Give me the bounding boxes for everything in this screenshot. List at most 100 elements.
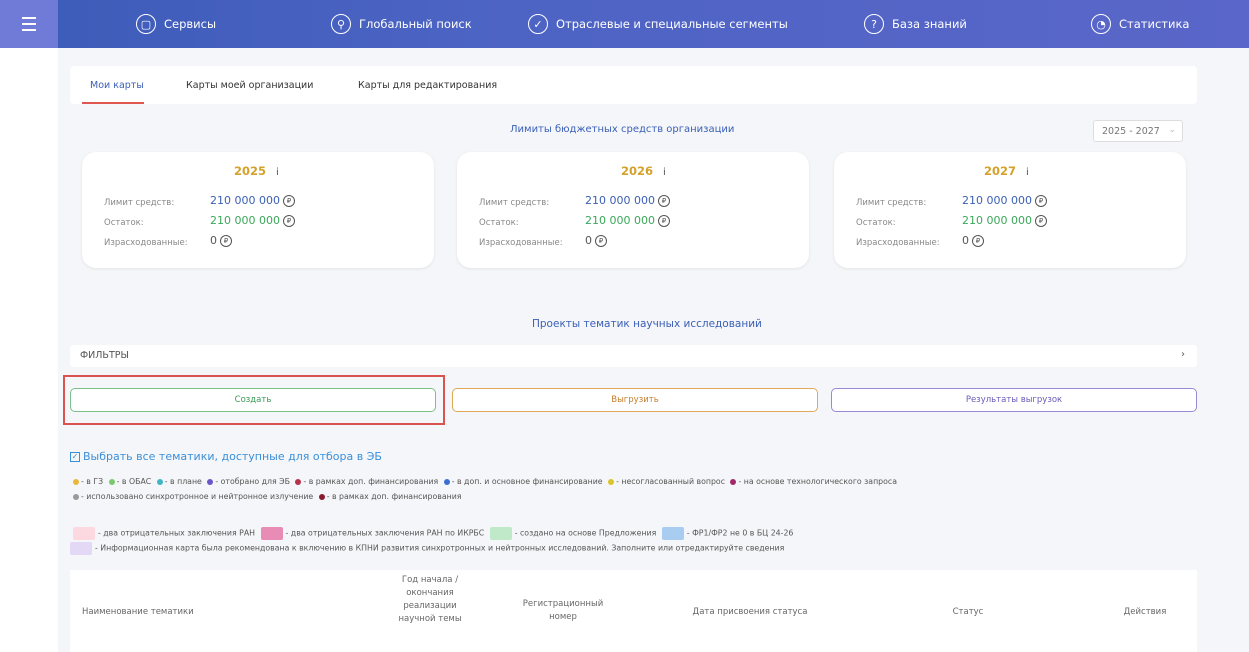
ruble-icon: ₽ xyxy=(657,195,670,207)
checkbox-icon: ✓ xyxy=(70,452,80,462)
limits-title: Лимиты бюджетных средств организации xyxy=(510,124,735,135)
card-year-value: 2025 xyxy=(234,164,267,178)
chevron-down-icon: ⌄ xyxy=(1168,125,1176,135)
limit-card-2025: 2025 i Лимит средств: 210 000 000 ₽ Остато… xyxy=(82,152,434,268)
tabs-bar: Мои карты Карты моей организации Карты д… xyxy=(70,66,1197,104)
rest-amount: 210 000 000 xyxy=(962,214,1032,227)
col-status[interactable]: Статус xyxy=(928,606,1008,619)
limit-label: Лимит средств: xyxy=(104,198,175,208)
legend-dot xyxy=(730,479,737,485)
filters-panel[interactable]: ФИЛЬТРЫ › xyxy=(70,345,1197,367)
col-years[interactable]: Год начала / окончания реализации научно… xyxy=(390,574,470,626)
legend-text: - использовано синхротронное и нейтронно… xyxy=(81,492,314,501)
limit-card-2027: 2027 i Лимит средств: 210 000 000 ₽ Остато… xyxy=(834,152,1186,268)
legend-text: - два отрицательных заключения РАН по ИК… xyxy=(285,528,485,538)
ruble-icon: ₽ xyxy=(657,215,670,227)
nav-services[interactable]: ▢ Сервисы xyxy=(136,0,216,48)
legend-square xyxy=(70,542,92,555)
limit-card-2026: 2026 i Лимит средств: 210 000 000 ₽ Остато… xyxy=(457,152,809,268)
legend-dot xyxy=(156,479,163,485)
select-all-checkbox[interactable]: ✓ Выбрать все тематики, доступные для отб… xyxy=(70,450,382,463)
check-circle-icon: ✓ xyxy=(528,14,548,34)
card-year-value: 2027 xyxy=(984,164,1017,178)
spent-value: 0 ₽ xyxy=(585,234,607,247)
limit-amount: 210 000 000 xyxy=(585,194,655,207)
legend-dot xyxy=(73,479,79,485)
spent-amount: 0 xyxy=(962,234,969,247)
rest-value: 210 000 000 ₽ xyxy=(210,214,295,227)
rest-label: Остаток: xyxy=(479,218,519,228)
create-button[interactable]: Создать xyxy=(70,388,436,412)
tab-edit-cards[interactable]: Карты для редактирования xyxy=(358,80,497,91)
nav-services-label: Сервисы xyxy=(164,17,217,31)
period-select-value: 2025 - 2027 xyxy=(1102,126,1160,137)
legend-squares-row-1: - два отрицательных заключения РАН - два… xyxy=(70,527,793,540)
col-reg-number[interactable]: Регистрационный номер xyxy=(518,598,608,624)
nav-global-search-label: Глобальный поиск xyxy=(359,17,472,31)
limit-value: 210 000 000 ₽ xyxy=(962,194,1047,207)
legend-text: - в рамках доп. финансирования xyxy=(303,477,439,486)
legend-square xyxy=(661,527,684,540)
rest-amount: 210 000 000 xyxy=(585,214,655,227)
table-header: Наименование тематики Год начала / оконч… xyxy=(70,570,1197,652)
info-icon[interactable]: i xyxy=(663,167,666,178)
legend-dot xyxy=(608,479,615,485)
legend-square xyxy=(260,527,283,540)
legend-text: - в доп. и основное финансирование xyxy=(451,477,603,486)
ruble-icon: ₽ xyxy=(1034,215,1047,227)
chevron-right-icon: › xyxy=(1181,349,1185,360)
active-tab-indicator xyxy=(82,102,144,104)
info-icon[interactable]: i xyxy=(276,167,279,178)
spent-label: Израсходованные: xyxy=(104,238,188,248)
legend-squares-row-2: - Информационная карта была рекомендован… xyxy=(70,542,784,555)
projects-title: Проекты тематик научных исследований xyxy=(532,318,762,330)
legend-dot xyxy=(207,479,214,485)
export-results-button[interactable]: Результаты выгрузок xyxy=(831,388,1197,412)
legend-text: - в рамках доп. финансирования xyxy=(326,492,462,501)
legend-text: - в плане xyxy=(164,477,202,486)
nav-statistics[interactable]: ◔ Статистика xyxy=(1091,0,1189,48)
spent-label: Израсходованные: xyxy=(856,238,940,248)
period-select[interactable]: 2025 - 2027 ⌄ xyxy=(1093,120,1183,142)
limit-amount: 210 000 000 xyxy=(210,194,280,207)
main-content: Мои карты Карты моей организации Карты д… xyxy=(58,48,1249,652)
col-actions[interactable]: Действия xyxy=(1110,606,1180,619)
col-status-date[interactable]: Дата присвоения статуса xyxy=(670,606,830,619)
legend-dots-row-1: - в ГЗ - в ОБАС - в плане - отобрано для… xyxy=(70,477,897,486)
legend-text: - ФР1/ФР2 не 0 в БЦ 24-26 xyxy=(686,528,794,538)
nav-knowledge-base-label: База знаний xyxy=(892,17,967,31)
legend-dot xyxy=(108,479,115,485)
col-topic-name[interactable]: Наименование тематики xyxy=(82,606,194,619)
ruble-icon: ₽ xyxy=(1034,195,1047,207)
nav-segments[interactable]: ✓ Отраслевые и специальные сегменты xyxy=(528,0,788,48)
legend-text: - Информационная карта была рекомендован… xyxy=(95,543,785,553)
card-year-value: 2026 xyxy=(621,164,654,178)
spent-value: 0 ₽ xyxy=(210,234,232,247)
nav-knowledge-base[interactable]: ? База знаний xyxy=(864,0,967,48)
legend-text: - два отрицательных заключения РАН xyxy=(98,528,256,538)
legend-text: - в ОБАС xyxy=(116,477,152,486)
ruble-icon: ₽ xyxy=(972,235,984,247)
menu-button[interactable] xyxy=(0,0,58,48)
legend-dot xyxy=(73,494,79,500)
stats-icon: ◔ xyxy=(1091,14,1111,34)
tab-my-cards[interactable]: Мои карты xyxy=(90,80,144,91)
info-icon[interactable]: i xyxy=(1026,167,1029,178)
export-button[interactable]: Выгрузить xyxy=(452,388,818,412)
ruble-icon: ₽ xyxy=(282,215,295,227)
tab-org-cards[interactable]: Карты моей организации xyxy=(186,80,313,91)
rest-label: Остаток: xyxy=(104,218,144,228)
limit-value: 210 000 000 ₽ xyxy=(210,194,295,207)
card-year: 2026 i xyxy=(621,164,666,178)
legend-square xyxy=(73,527,95,540)
legend-text: - отобрано для ЭБ xyxy=(215,477,290,486)
limit-label: Лимит средств: xyxy=(856,198,927,208)
services-icon: ▢ xyxy=(136,14,156,34)
filters-label: ФИЛЬТРЫ xyxy=(80,350,129,361)
rest-value: 210 000 000 ₽ xyxy=(585,214,670,227)
nav-global-search[interactable]: ⚲ Глобальный поиск xyxy=(331,0,472,48)
question-icon: ? xyxy=(864,14,884,34)
rest-label: Остаток: xyxy=(856,218,896,228)
nav-segments-label: Отраслевые и специальные сегменты xyxy=(556,17,788,31)
card-year: 2025 i xyxy=(234,164,279,178)
